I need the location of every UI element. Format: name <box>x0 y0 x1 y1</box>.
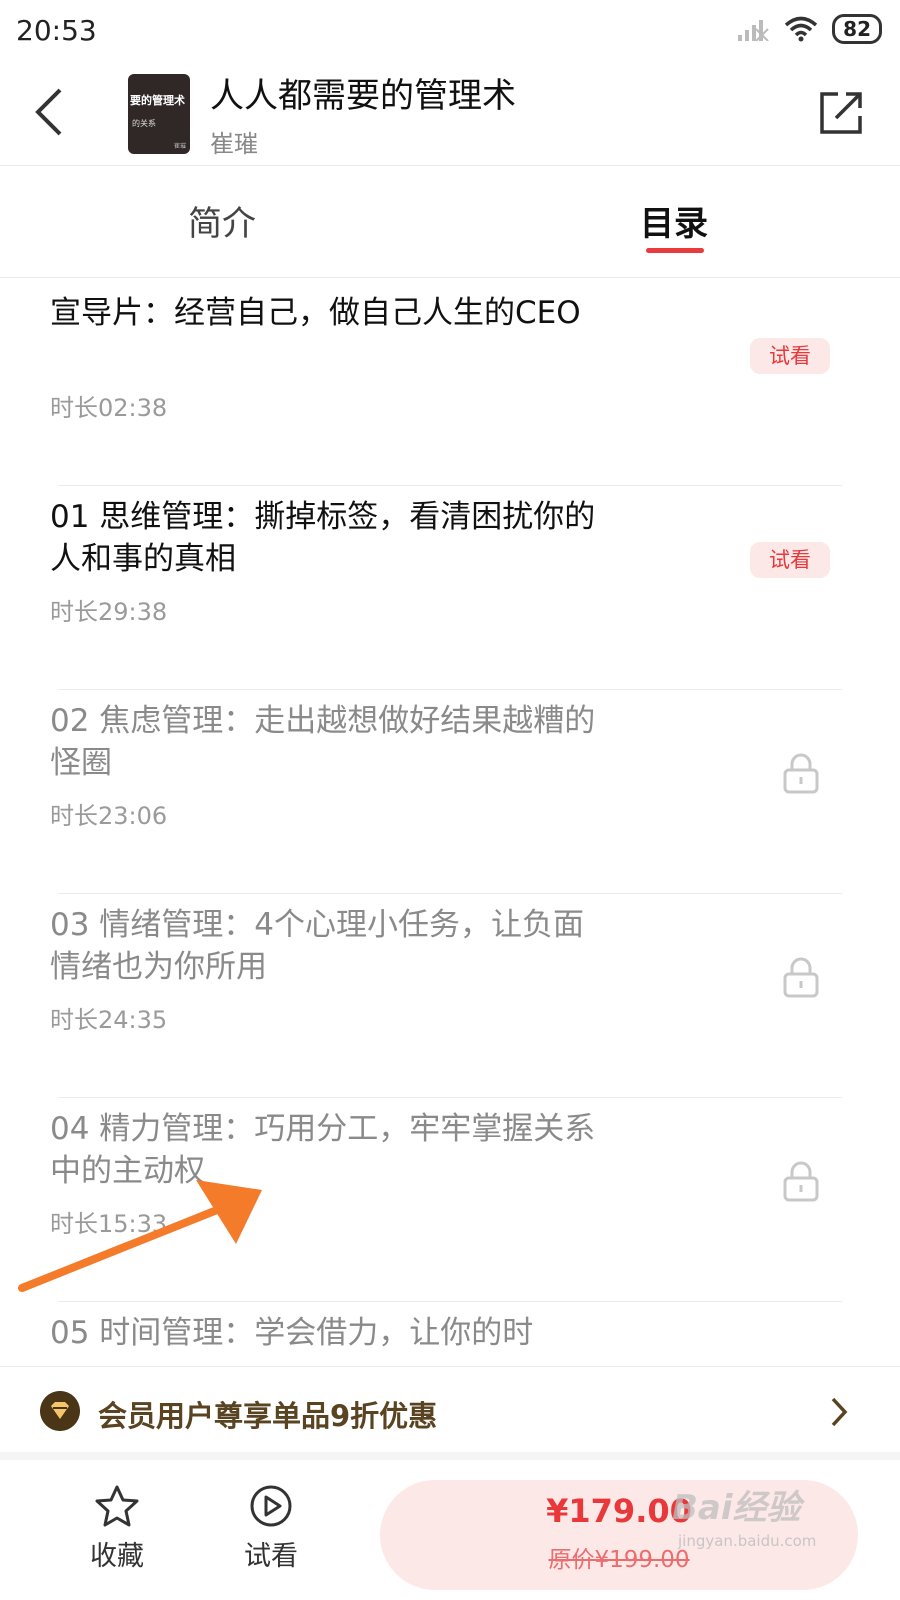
star-icon <box>95 1485 139 1527</box>
episode-title: 02 焦虑管理：走出越想做好结果越糟的怪圈 <box>50 703 596 781</box>
member-promo-banner[interactable]: 会员用户尊享单品9折优惠 <box>0 1366 900 1460</box>
cover-mark-text: 崔璀 <box>173 143 186 150</box>
lock-icon <box>783 957 819 998</box>
episode-title: 03 情绪管理：4个心理小任务，让负面情绪也为你所用 <box>50 907 585 985</box>
trial-badge[interactable]: 试看 <box>750 338 830 374</box>
trial-badge[interactable]: 试看 <box>750 542 830 578</box>
cover-title-text: 要的管理术 <box>130 94 185 107</box>
promo-text: 会员用户尊享单品9折优惠 <box>98 1399 438 1433</box>
tab-bar: 简介 目录 <box>0 166 900 278</box>
episode-duration: 时长29:38 <box>50 598 168 626</box>
episode-duration: 时长02:38 <box>50 394 168 422</box>
favorite-button[interactable]: 收藏 <box>62 1484 172 1573</box>
play-circle-icon <box>250 1485 292 1527</box>
back-arrow-icon[interactable] <box>28 84 76 140</box>
cover-sub-text: 的关系 <box>132 119 156 128</box>
battery-indicator: 82 <box>832 14 882 44</box>
tab-catalog[interactable]: 目录 <box>640 196 708 245</box>
status-bar: 20:53 82 <box>0 0 900 60</box>
episode-title: 04 精力管理：巧用分工，牢牢掌握关系中的主动权 <box>50 1111 596 1189</box>
episode-title: 05 时间管理：学会借力，让你的时 <box>50 1315 534 1351</box>
lock-icon <box>783 753 819 794</box>
tab-intro[interactable]: 简介 <box>188 196 256 245</box>
book-author: 崔璀 <box>210 130 258 158</box>
episode-title: 01 思维管理：撕掉标签，看清困扰你的人和事的真相 <box>50 499 596 577</box>
catalog-item[interactable]: 01 思维管理：撕掉标签，看清困扰你的人和事的真相 时长29:38 试看 <box>0 482 900 690</box>
episode-title: 宣导片：经营自己，做自己人生的CEO <box>50 295 581 331</box>
chevron-right-icon <box>831 1397 848 1427</box>
catalog-item[interactable]: 02 焦虑管理：走出越想做好结果越糟的怪圈 时长23:06 <box>0 686 900 894</box>
watermark-sub-text: jingyan.baidu.com <box>678 1532 817 1550</box>
catalog-item[interactable]: 04 精力管理：巧用分工，牢牢掌握关系中的主动权 时长15:33 <box>0 1094 900 1302</box>
member-diamond-icon <box>40 1391 80 1431</box>
baidu-watermark: Bai经验 jingyan.baidu.com <box>672 1472 882 1568</box>
signal-icon <box>738 20 769 41</box>
episode-duration: 时长15:33 <box>50 1210 168 1238</box>
episode-duration: 时长24:35 <box>50 1006 168 1034</box>
book-header: 要的管理术 的关系 崔璀 人人都需要的管理术 崔璀 <box>0 60 900 166</box>
trial-label: 试看 <box>244 1541 298 1572</box>
active-tab-indicator <box>646 248 704 253</box>
book-cover: 要的管理术 的关系 崔璀 <box>128 74 190 154</box>
wifi-icon <box>785 16 818 42</box>
status-icons: 82 <box>736 14 882 44</box>
trial-play-button[interactable]: 试看 <box>216 1484 326 1573</box>
lock-icon <box>783 1161 819 1202</box>
catalog-item[interactable]: 03 情绪管理：4个心理小任务，让负面情绪也为你所用 时长24:35 <box>0 890 900 1098</box>
share-icon[interactable] <box>816 88 866 138</box>
catalog-item[interactable]: 05 时间管理：学会借力，让你的时 <box>0 1298 900 1366</box>
episode-duration: 时长23:06 <box>50 802 168 830</box>
status-time: 20:53 <box>16 14 97 47</box>
watermark-main-text: Bai经验 <box>672 1488 801 1528</box>
catalog-list[interactable]: 宣导片：经营自己，做自己人生的CEO 时长02:38 试看 01 思维管理：撕掉… <box>0 278 900 1366</box>
book-title: 人人都需要的管理术 <box>210 76 516 116</box>
catalog-item[interactable]: 宣导片：经营自己，做自己人生的CEO 时长02:38 试看 <box>0 278 900 486</box>
favorite-label: 收藏 <box>90 1541 144 1572</box>
